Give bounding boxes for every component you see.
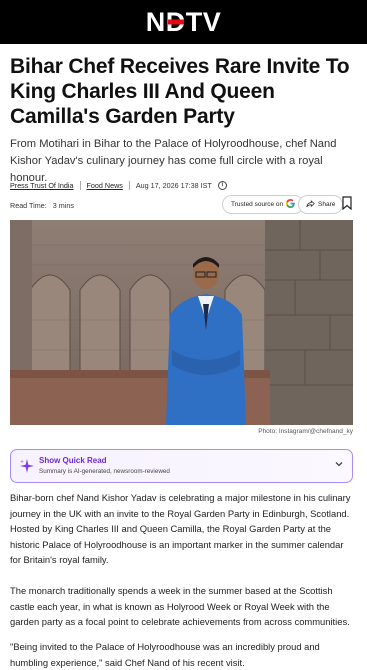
trusted-source-button[interactable]: Trusted source on [222,195,305,214]
bookmark-icon[interactable] [342,196,352,211]
info-icon[interactable]: i [217,180,227,190]
trusted-source-label: Trusted source on [231,201,284,208]
quick-read-subtitle: Summary is AI-generated, newsroom-review… [39,468,170,475]
share-label: Share [318,201,336,208]
top-bar: NDTV [0,0,367,44]
share-button[interactable]: Share [298,195,344,214]
article-photo [10,220,353,425]
article-paragraph: The monarch traditionally spends a week … [10,585,350,627]
quick-read-box[interactable]: Show Quick Read Summary is AI-generated,… [10,449,353,483]
divider [128,180,130,190]
divider [79,180,81,190]
article-headline: Bihar Chef Receives Rare Invite To King … [10,55,350,128]
read-time: Read Time: 3 mins [10,201,74,210]
read-time-label: Read Time: [10,200,47,210]
photo-credit: Photo: Instagram/@chefnand_ky [258,428,353,435]
read-time-row: Read Time: 3 mins Trusted source on Share [10,194,355,216]
sparkle-icon [19,458,35,474]
ndtv-logo[interactable]: NDTV [146,7,222,38]
read-time-value: 3 mins [52,200,74,210]
article-paragraph: Bihar-born chef Nand Kishor Yadav is cel… [10,492,351,565]
publish-date: Aug 17, 2026 17:38 IST [135,180,212,190]
category-link[interactable]: Food News [87,181,123,190]
source-link[interactable]: Press Trust Of India [10,181,74,190]
article-meta: Press Trust Of India Food News Aug 17, 2… [10,178,227,192]
article-paragraph: "Being invited to the Palace of Holyrood… [10,641,320,668]
google-icon [286,199,295,210]
chevron-down-icon[interactable] [333,458,345,470]
quick-read-title: Show Quick Read [39,456,107,465]
share-icon [306,199,315,210]
